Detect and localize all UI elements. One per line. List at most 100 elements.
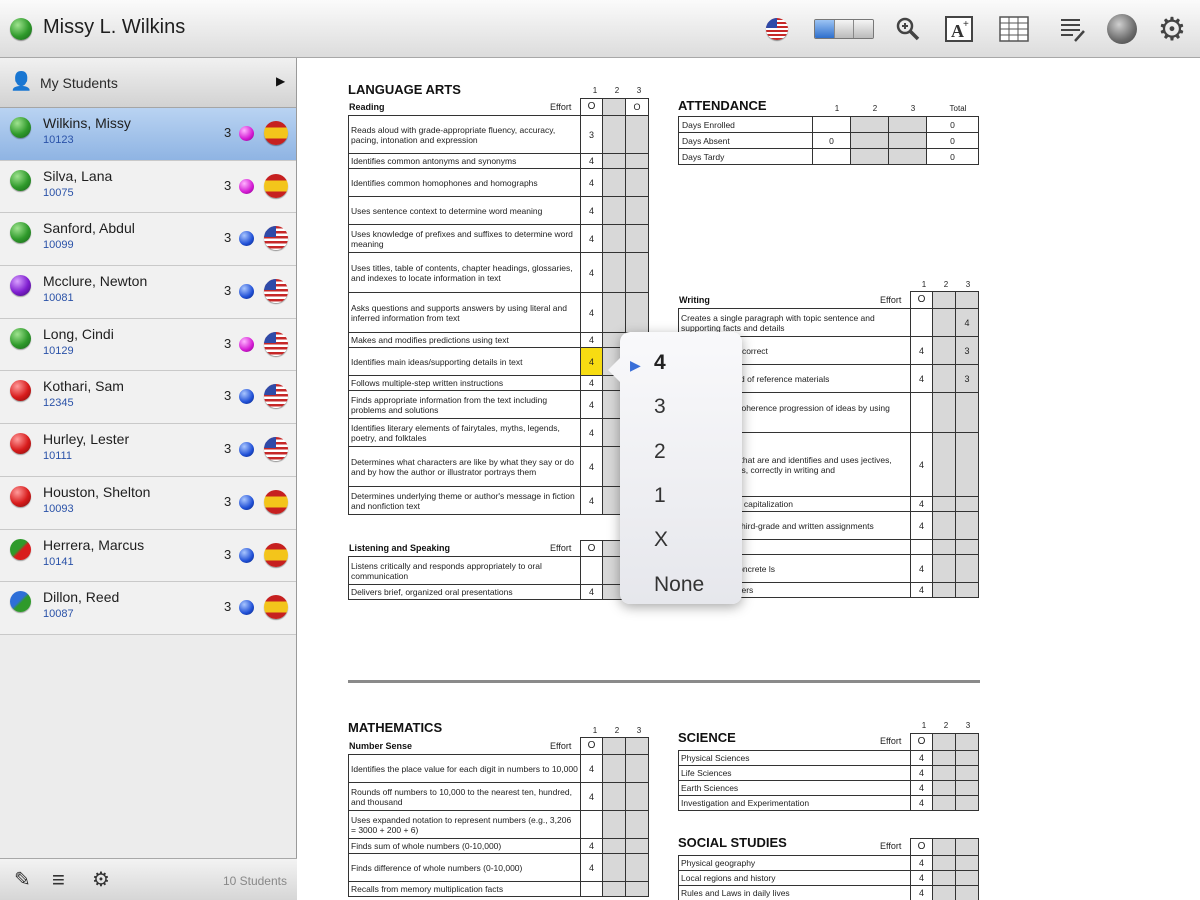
effort-cell[interactable]: O (625, 98, 649, 116)
grade-cell[interactable]: 4 (580, 446, 603, 487)
standard-text: Asks questions and supports answers by u… (348, 292, 581, 333)
grade-cell[interactable]: 4 (910, 554, 933, 583)
grade-cell[interactable] (910, 308, 933, 337)
grade-cell[interactable]: 4 (910, 870, 933, 886)
selected-grade-cell[interactable]: 4 (580, 347, 603, 376)
notes-button[interactable] (1057, 13, 1087, 45)
standard-text: Listens critically and responds appropri… (348, 556, 581, 585)
grade-option-none[interactable]: None (654, 573, 704, 597)
grade-cell[interactable]: 4 (910, 795, 933, 811)
student-row[interactable]: Silva, Lana 10075 3 (0, 160, 296, 214)
globe-icon (1107, 14, 1137, 44)
zoom-button[interactable] (893, 13, 923, 45)
grade-level: 3 (224, 283, 232, 299)
grade-cell[interactable]: 4 (910, 432, 933, 497)
table-row: O (678, 291, 979, 309)
grade-cell[interactable]: 4 (580, 375, 603, 391)
standard-text: Uses knowledge of prefixes and suffixes … (348, 224, 581, 253)
grade-cell[interactable] (580, 810, 603, 839)
grade-cell[interactable] (910, 392, 933, 433)
standard-text: Determines underlying theme or author's … (348, 486, 581, 515)
grade-cell[interactable]: 4 (580, 390, 603, 419)
effort-cell[interactable]: O (580, 98, 603, 116)
grade-cell[interactable]: 4 (580, 418, 603, 447)
settings-gear-icon[interactable]: ⚙ (92, 867, 110, 892)
grade-cell[interactable]: 4 (580, 292, 603, 333)
grade-cell[interactable]: 4 (580, 252, 603, 293)
grid-button[interactable] (998, 13, 1030, 45)
attendance-cell[interactable]: 0 (812, 132, 851, 149)
grade-cell[interactable]: 4 (580, 584, 603, 600)
globe-button[interactable] (1106, 13, 1138, 45)
grade-cell[interactable]: 4 (580, 153, 603, 169)
us-flag-button[interactable] (764, 13, 790, 45)
grade-cell[interactable]: 4 (910, 496, 933, 512)
student-row[interactable]: Wilkins, Missy 10123 3 (0, 108, 296, 161)
grade-option-4[interactable]: 4 (654, 351, 666, 375)
attendance-cell[interactable] (812, 116, 851, 133)
grade-option-1[interactable]: 1 (654, 484, 666, 508)
grade-cell[interactable]: 4 (910, 511, 933, 540)
grade-cell[interactable]: 4 (580, 782, 603, 811)
effort-cell[interactable]: O (580, 540, 603, 557)
grade-option-x[interactable]: X (654, 528, 668, 552)
grade-cell[interactable]: 4 (910, 765, 933, 781)
grade-cell[interactable]: 4 (910, 885, 933, 900)
student-row[interactable]: Kothari, Sam 12345 3 (0, 371, 296, 425)
grade-level: 3 (224, 546, 232, 562)
student-count: 10 Students (222, 874, 287, 888)
grade-option-2[interactable]: 2 (654, 440, 666, 464)
standard-text: Recalls from memory multiplication facts (348, 881, 581, 897)
grade-cell[interactable]: 4 (580, 332, 603, 348)
grade-cell[interactable]: 4 (910, 780, 933, 796)
my-students-header[interactable]: 👤 My Students ▶ (0, 58, 296, 108)
student-row[interactable]: Sanford, Abdul 10099 3 (0, 213, 296, 267)
us-flag-icon (264, 437, 288, 462)
effort-cell[interactable]: O (910, 291, 933, 309)
table-row: Investigation and Experimentation 4 (678, 795, 979, 811)
effort-cell[interactable]: O (580, 737, 603, 755)
grade-cell[interactable]: 4 (910, 336, 933, 365)
grade-level: 3 (224, 599, 232, 615)
standard-text: Physical Sciences (678, 750, 911, 766)
grade-cell[interactable]: 4 (580, 853, 603, 882)
grade-cell[interactable]: 4 (910, 750, 933, 766)
grade-cell[interactable]: 4 (580, 168, 603, 197)
grade-cell[interactable]: 4 (910, 855, 933, 871)
grade-cell[interactable]: 4 (580, 754, 603, 783)
grade-cell[interactable]: 4 (580, 838, 603, 854)
student-row[interactable]: Herrera, Marcus 10141 3 (0, 529, 296, 583)
grade-cell[interactable]: 4 (580, 486, 603, 515)
text-size-button[interactable]: A + (944, 13, 974, 45)
attendance-cell[interactable] (812, 148, 851, 165)
sort-icon[interactable]: ≡ (52, 867, 65, 893)
effort-cell[interactable]: O (910, 733, 933, 751)
grade-cell[interactable]: 4 (955, 308, 979, 337)
grade-cell[interactable]: 3 (955, 364, 979, 393)
grade-cell[interactable]: 4 (580, 196, 603, 225)
edit-pencil-icon[interactable]: ✎ (14, 867, 31, 892)
spain-flag-icon (264, 542, 288, 567)
quarter-header: 1 2 3 (584, 86, 650, 95)
student-id: 10075 (43, 186, 74, 199)
grade-cell[interactable]: 3 (580, 115, 603, 154)
student-row[interactable]: Houston, Shelton 10093 3 (0, 476, 296, 530)
table-row: Makes and modifies predictions using tex… (348, 332, 649, 348)
grade-option-3[interactable]: 3 (654, 395, 666, 419)
student-row[interactable]: Dillon, Reed 10087 3 (0, 582, 296, 635)
view-toggle-button[interactable] (813, 13, 875, 45)
student-row[interactable]: Long, Cindi 10129 3 (0, 318, 296, 372)
settings-button[interactable]: ⚙ (1155, 13, 1189, 45)
grade-cell[interactable] (580, 556, 603, 585)
student-row[interactable]: Mcclure, Newton 10081 3 (0, 266, 296, 319)
standard-text: Finds difference of whole numbers (0-10,… (348, 853, 581, 882)
standard-text: Rules and Laws in daily lives (678, 885, 911, 900)
student-row[interactable]: Hurley, Lester 10111 3 (0, 424, 296, 477)
effort-cell[interactable]: O (910, 838, 933, 856)
grade-cell[interactable]: 4 (580, 224, 603, 253)
grade-cell[interactable]: 4 (910, 582, 933, 598)
grade-cell[interactable] (910, 539, 933, 555)
grade-cell[interactable]: 4 (910, 364, 933, 393)
grade-cell[interactable]: 3 (955, 336, 979, 365)
grade-cell[interactable] (580, 881, 603, 897)
